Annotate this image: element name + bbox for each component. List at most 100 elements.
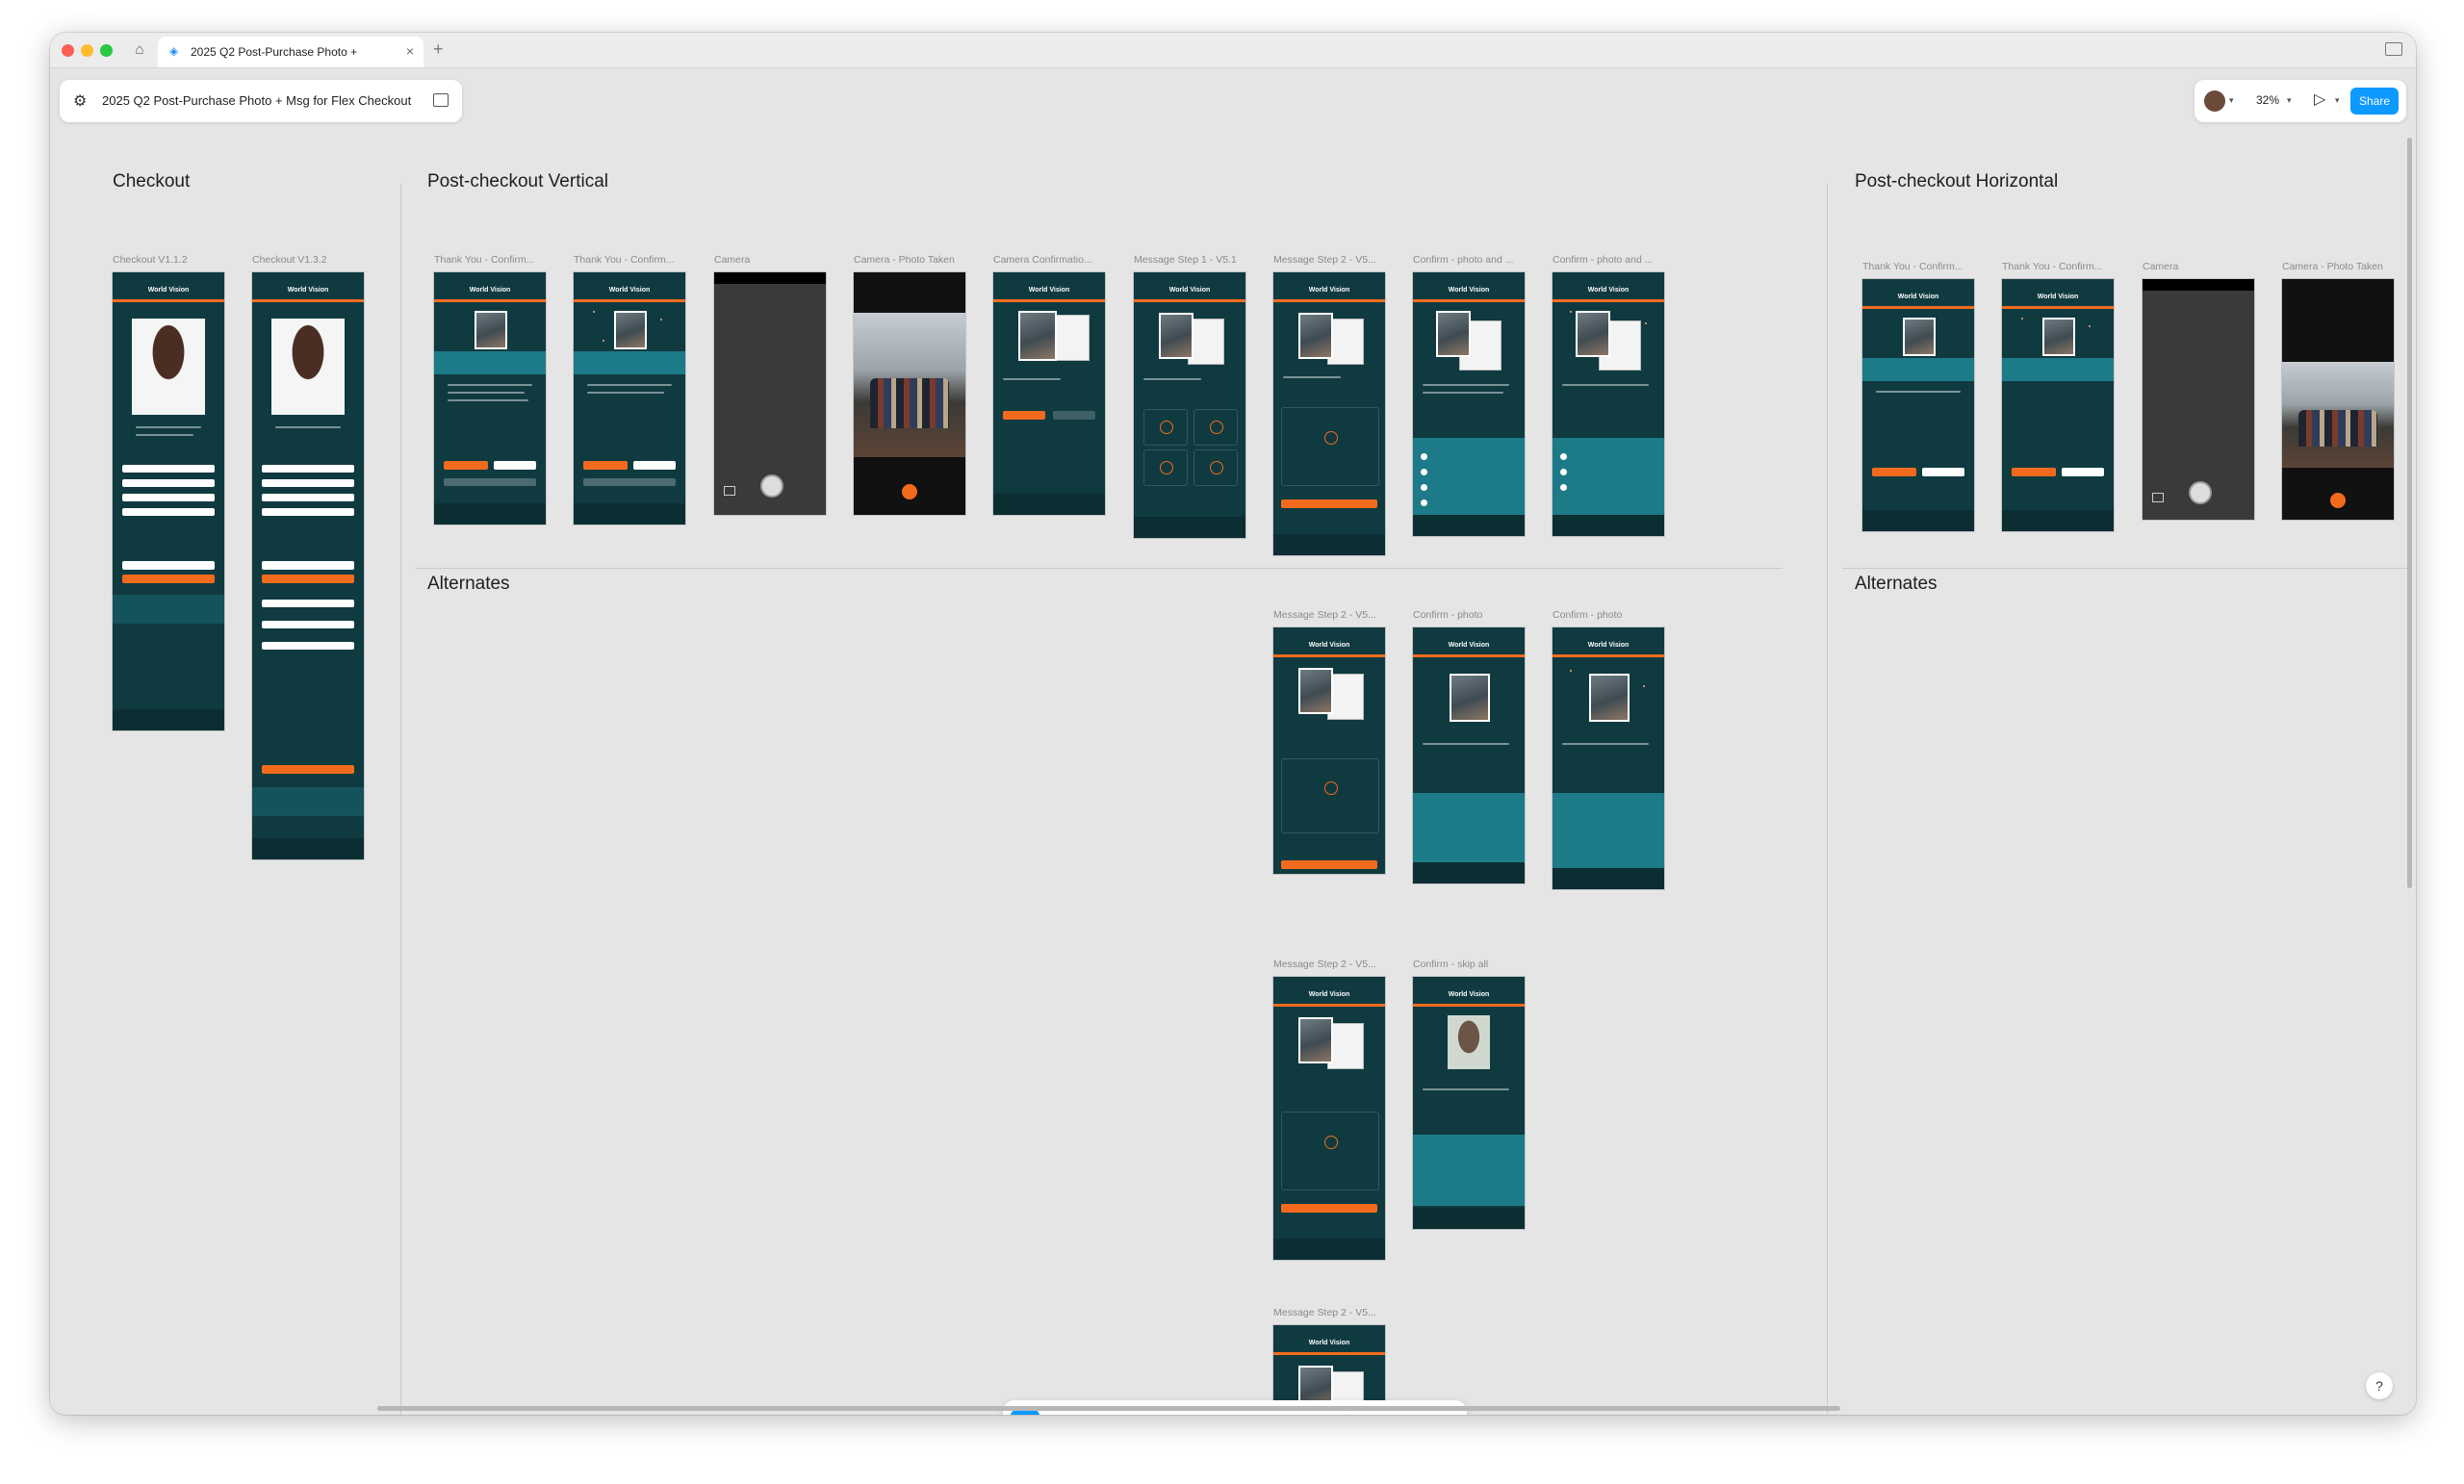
frame-h-thank-you-confirm-1[interactable]: World Vision [1862, 279, 1974, 531]
frame-label[interactable]: Thank You - Confirm... [434, 254, 534, 266]
frame-label[interactable]: Confirm - photo and ... [1553, 254, 1653, 266]
text-line [1423, 384, 1509, 386]
frame-header: World Vision [2002, 279, 2114, 309]
vertical-scrollbar[interactable] [2407, 138, 2412, 888]
frame-label[interactable]: Message Step 2 - V5... [1273, 1307, 1376, 1318]
chevron-down-icon[interactable]: ▾ [2229, 95, 2234, 106]
frame-alt-confirm-photo-a[interactable]: World Vision [1413, 627, 1525, 883]
frame-footer [1273, 1239, 1385, 1260]
minimize-window-button[interactable] [81, 44, 93, 57]
frame-header: World Vision [1273, 1325, 1385, 1355]
help-button[interactable]: ? [2366, 1372, 2393, 1399]
send-button [1281, 499, 1377, 508]
world-vision-logo: World Vision [1308, 991, 1350, 998]
frame-footer [1553, 868, 1664, 889]
frame-checkout-v112[interactable]: World Vision [113, 272, 224, 730]
frame-checkout-v132[interactable]: World Vision [252, 272, 364, 859]
close-tab-icon[interactable]: × [406, 43, 414, 59]
frame-camera[interactable] [714, 272, 826, 515]
frame-alt-confirm-skip-all[interactable]: World Vision [1413, 977, 1525, 1229]
captured-photo [2282, 362, 2394, 468]
frame-camera-confirmation[interactable]: World Vision [993, 272, 1105, 515]
frame-confirm-photo-and-message-2[interactable]: World Vision [1553, 272, 1664, 536]
frame-message-step-2[interactable]: World Vision [1273, 272, 1385, 555]
form-field [262, 508, 354, 516]
frame-label[interactable]: Thank You - Confirm... [2002, 261, 2102, 272]
maximize-window-button[interactable] [100, 44, 113, 57]
frame-header: World Vision [1273, 272, 1385, 302]
frame-header: World Vision [1273, 627, 1385, 657]
window-layout-icon[interactable] [2385, 42, 2402, 56]
frame-alt-message-step-2-b[interactable]: World Vision [1273, 977, 1385, 1260]
chevron-down-icon[interactable]: ▾ [2287, 95, 2292, 106]
frame-camera-photo-taken[interactable] [854, 272, 965, 515]
add-photo-button [583, 461, 628, 470]
toggle-sidebar-icon[interactable] [433, 93, 449, 107]
main-menu-icon[interactable]: ⚙ [73, 91, 87, 111]
frame-label[interactable]: Confirm - skip all [1413, 959, 1488, 970]
child-photo [1448, 1015, 1490, 1069]
zoom-level[interactable]: 32% [2256, 93, 2279, 107]
file-name[interactable]: 2025 Q2 Post-Purchase Photo + Msg for Fl… [102, 93, 411, 108]
design-canvas[interactable]: ⚙ 2025 Q2 Post-Purchase Photo + Msg for … [50, 68, 2416, 1415]
step-icon [1421, 469, 1427, 475]
frame-label[interactable]: Confirm - photo [1553, 609, 1622, 621]
send-button [1281, 1204, 1377, 1213]
text-line [136, 426, 201, 428]
section-checkout[interactable]: Checkout [113, 171, 190, 192]
frame-label[interactable]: Thank You - Confirm... [574, 254, 674, 266]
present-icon[interactable]: ▷ [2314, 90, 2325, 109]
frame-label[interactable]: Message Step 2 - V5... [1273, 959, 1376, 970]
frame-label[interactable]: Camera [2143, 261, 2178, 272]
share-button[interactable]: Share [2350, 88, 2399, 115]
frame-label[interactable]: Checkout V1.1.2 [113, 254, 188, 266]
world-vision-logo: World Vision [1308, 1340, 1350, 1346]
avatar[interactable] [2204, 90, 2225, 112]
frame-h-thank-you-confirm-2[interactable]: World Vision [2002, 279, 2114, 531]
frame-header: World Vision [1413, 272, 1525, 302]
home-icon[interactable]: ⌂ [129, 40, 150, 60]
chevron-down-icon[interactable]: ▾ [2335, 95, 2340, 106]
frame-alt-message-step-2-a[interactable]: World Vision [1273, 627, 1385, 874]
frame-label[interactable]: Camera Confirmatio... [993, 254, 1092, 266]
frame-h-camera[interactable] [2143, 279, 2254, 520]
text-line [1423, 392, 1503, 394]
section-post-checkout-horizontal[interactable]: Post-checkout Horizontal [1855, 171, 2058, 192]
form-field [122, 508, 215, 516]
close-window-button[interactable] [62, 44, 74, 57]
frame-thank-you-confirm-2[interactable]: World Vision [574, 272, 685, 525]
frame-header: World Vision [1553, 272, 1664, 302]
section-alternates-vertical[interactable]: Alternates [427, 574, 510, 595]
frame-footer [1862, 510, 1974, 531]
frame-label[interactable]: Confirm - photo and ... [1413, 254, 1513, 266]
horizontal-scrollbar[interactable] [377, 1406, 1840, 1411]
world-vision-logo: World Vision [1448, 642, 1490, 649]
frame-label[interactable]: Camera [714, 254, 750, 266]
add-photo-button [2012, 468, 2056, 476]
section-alternates-horizontal[interactable]: Alternates [1855, 574, 1938, 595]
frame-message-step-1[interactable]: World Vision [1134, 272, 1245, 538]
form-field [262, 642, 354, 650]
section-post-checkout-vertical[interactable]: Post-checkout Vertical [427, 171, 608, 192]
tab-file[interactable]: ◈ 2025 Q2 Post-Purchase Photo + × [158, 37, 424, 67]
frame-confirm-photo-and-message-1[interactable]: World Vision [1413, 272, 1525, 536]
skip-button [2062, 468, 2104, 476]
text-line [275, 426, 341, 428]
frame-h-camera-photo-taken[interactable] [2282, 279, 2394, 520]
frame-header: World Vision [1862, 279, 1974, 309]
form-field [262, 494, 354, 501]
frame-label[interactable]: Checkout V1.3.2 [252, 254, 327, 266]
frame-label[interactable]: Confirm - photo [1413, 609, 1482, 621]
frame-label[interactable]: Camera - Photo Taken [854, 254, 955, 266]
message-input [1281, 1112, 1379, 1190]
frame-label[interactable]: Message Step 1 - V5.1 [1134, 254, 1237, 266]
frame-label[interactable]: Camera - Photo Taken [2282, 261, 2383, 272]
frame-thank-you-confirm-1[interactable]: World Vision [434, 272, 546, 525]
frame-label[interactable]: Thank You - Confirm... [1862, 261, 1963, 272]
frame-label[interactable]: Message Step 2 - V5... [1273, 609, 1376, 621]
frame-alt-confirm-photo-b[interactable]: World Vision [1553, 627, 1664, 889]
frame-label[interactable]: Message Step 2 - V5... [1273, 254, 1376, 266]
step-icon [1421, 453, 1427, 460]
frame-footer [1134, 517, 1245, 538]
plus-icon[interactable]: + [433, 39, 444, 60]
